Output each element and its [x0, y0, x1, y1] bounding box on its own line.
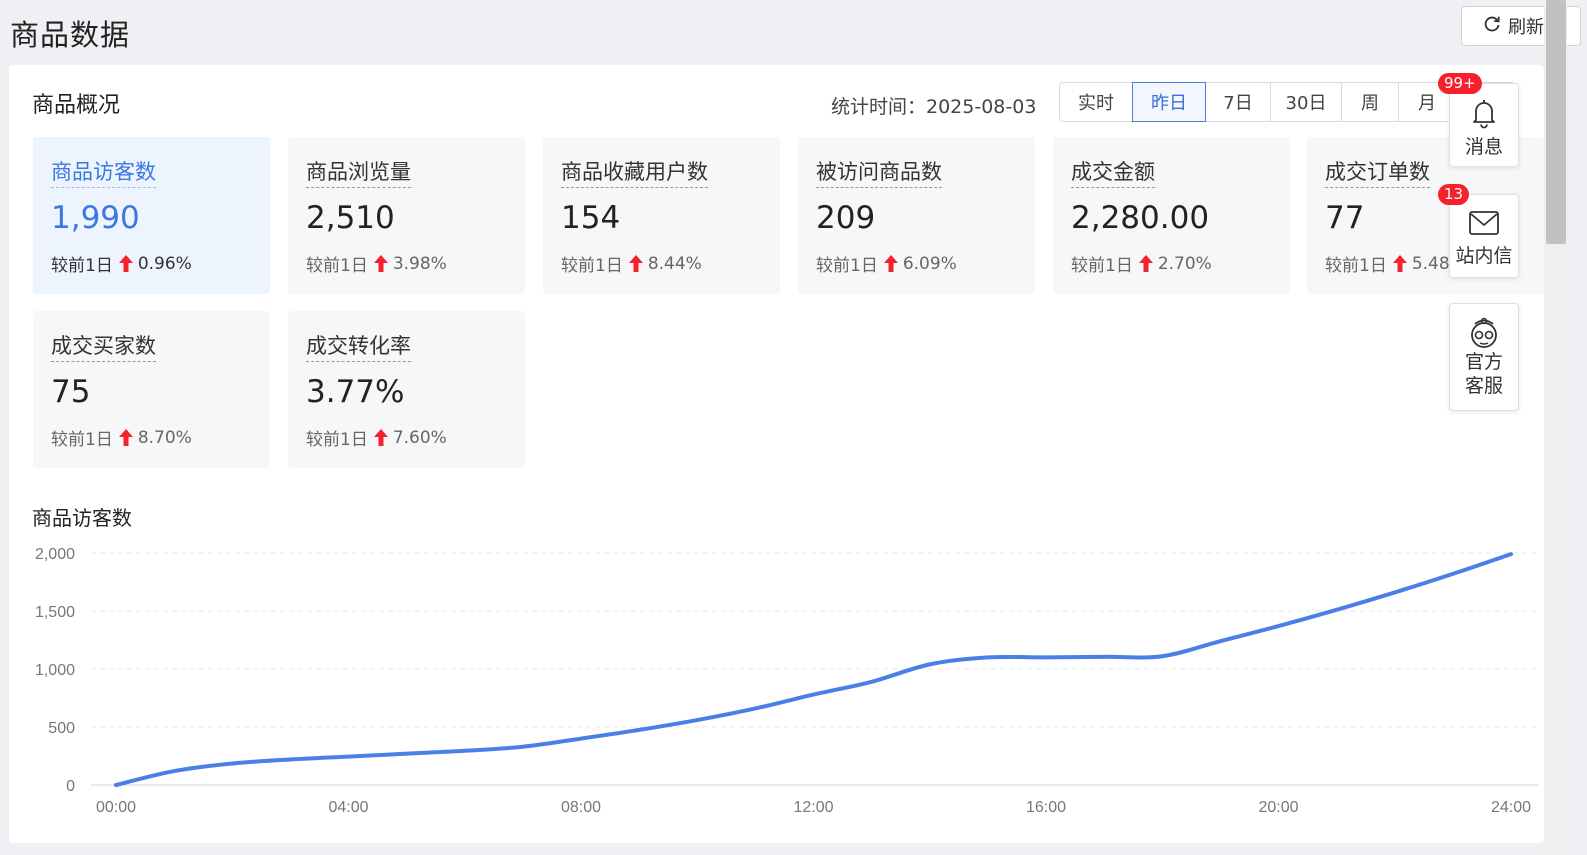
customer-service-icon	[1466, 316, 1502, 350]
x-tick-label: 00:00	[96, 799, 136, 816]
overview-card: 商品概况 统计时间：2025-08-03 实时 昨日 7日 30日 周 月 自 …	[9, 65, 1544, 843]
messages-button[interactable]: 消息	[1449, 83, 1519, 167]
metric-label: 成交订单数	[1325, 156, 1430, 188]
metric-compare: 较前1日 7.60%	[306, 425, 447, 451]
metric-value: 77	[1325, 200, 1365, 236]
compare-label: 较前1日	[1325, 256, 1387, 276]
up-arrow-icon	[118, 429, 133, 446]
support-label-line1: 官方	[1464, 351, 1503, 373]
metric-compare: 较前1日 2.70%	[1071, 251, 1212, 277]
compare-label: 较前1日	[51, 430, 113, 450]
metric-tile[interactable]: 商品收藏用户数 154 较前1日 8.44%	[543, 137, 780, 294]
x-tick-label: 16:00	[1026, 799, 1066, 816]
metric-value: 154	[561, 200, 621, 236]
messages-label: 消息	[1464, 136, 1503, 158]
metric-label: 被访问商品数	[816, 156, 942, 188]
overview-title: 商品概况	[32, 93, 121, 118]
y-tick-label: 0	[66, 778, 75, 795]
range-yesterday[interactable]: 昨日	[1132, 82, 1206, 122]
metric-label: 商品访客数	[51, 156, 156, 188]
stat-time: 统计时间：2025-08-03	[831, 96, 1037, 118]
page-title: 商品数据	[10, 18, 131, 52]
metric-compare: 较前1日 3.98%	[306, 251, 447, 277]
metric-tile[interactable]: 被访问商品数 209 较前1日 6.09%	[798, 137, 1035, 294]
x-tick-label: 20:00	[1258, 799, 1298, 816]
inbox-badge: 13	[1438, 184, 1470, 205]
y-tick-label: 1,000	[35, 662, 75, 679]
metric-compare: 较前1日 8.44%	[561, 251, 702, 277]
bell-icon	[1467, 96, 1501, 130]
metric-compare: 较前1日 6.09%	[816, 251, 957, 277]
scrollbar-thumb[interactable]	[1546, 0, 1566, 244]
change-percent: 8.44%	[647, 253, 702, 274]
compare-label: 较前1日	[1071, 256, 1133, 276]
range-realtime[interactable]: 实时	[1059, 82, 1133, 122]
change-percent: 6.09%	[902, 253, 957, 274]
metric-tile[interactable]: 商品访客数 1,990 较前1日 0.96%	[33, 137, 270, 294]
metric-value: 75	[51, 374, 91, 410]
change-percent: 8.70%	[137, 427, 192, 448]
metric-label: 商品浏览量	[306, 156, 411, 188]
metric-compare: 较前1日 5.48%	[1325, 251, 1466, 277]
up-arrow-icon	[628, 255, 643, 272]
change-percent: 7.60%	[392, 427, 447, 448]
metric-compare: 较前1日 8.70%	[51, 425, 192, 451]
series-line	[114, 552, 1513, 787]
metric-tile[interactable]: 商品浏览量 2,510 较前1日 3.98%	[288, 137, 525, 294]
range-7d[interactable]: 7日	[1205, 82, 1271, 122]
inbox-label: 站内信	[1455, 245, 1513, 267]
up-arrow-icon	[883, 255, 898, 272]
metric-value: 1,990	[51, 200, 140, 236]
refresh-label: 刷新	[1508, 17, 1544, 38]
change-percent: 0.96%	[137, 253, 192, 274]
metric-label: 成交转化率	[306, 330, 411, 362]
x-tick-label: 12:00	[793, 799, 833, 816]
up-arrow-icon	[373, 255, 388, 272]
compare-label: 较前1日	[306, 256, 368, 276]
x-tick-label: 24:00	[1491, 799, 1531, 816]
change-percent: 2.70%	[1157, 253, 1212, 274]
y-tick-label: 2,000	[35, 546, 75, 563]
metric-label: 成交买家数	[51, 330, 156, 362]
metric-value: 3.77%	[306, 374, 405, 410]
metric-tile[interactable]: 成交买家数 75 较前1日 8.70%	[33, 311, 270, 468]
y-tick-label: 500	[48, 720, 75, 737]
refresh-icon	[1482, 14, 1502, 39]
support-label-line2: 客服	[1464, 375, 1503, 397]
messages-badge: 99+	[1438, 73, 1482, 94]
metric-tile[interactable]: 成交金额 2,280.00 较前1日 2.70%	[1053, 137, 1290, 294]
up-arrow-icon	[1392, 255, 1407, 272]
metric-value: 2,510	[306, 200, 395, 236]
y-tick-label: 1,500	[35, 604, 75, 621]
compare-label: 较前1日	[816, 256, 878, 276]
metric-value: 209	[816, 200, 876, 236]
metric-value: 2,280.00	[1071, 200, 1210, 236]
inbox-button[interactable]: 站内信	[1449, 194, 1519, 278]
range-week[interactable]: 周	[1341, 82, 1399, 122]
metric-compare: 较前1日 0.96%	[51, 251, 192, 277]
metric-label: 商品收藏用户数	[561, 156, 708, 188]
x-tick-label: 08:00	[561, 799, 601, 816]
range-30d[interactable]: 30日	[1270, 82, 1342, 122]
up-arrow-icon	[1138, 255, 1153, 272]
compare-label: 较前1日	[561, 256, 623, 276]
mail-icon	[1468, 209, 1500, 237]
x-tick-label: 04:00	[328, 799, 368, 816]
up-arrow-icon	[118, 255, 133, 272]
support-button[interactable]: 官方 客服	[1449, 303, 1519, 411]
visitor-line-chart: 0 500 1,000 1,500 2,000 00:00 04:00 08:00 12:00 1…	[35, 546, 1539, 816]
compare-label: 较前1日	[306, 430, 368, 450]
change-percent: 3.98%	[392, 253, 447, 274]
metric-label: 成交金额	[1071, 156, 1155, 188]
up-arrow-icon	[373, 429, 388, 446]
metric-tile[interactable]: 成交转化率 3.77% 较前1日 7.60%	[288, 311, 525, 468]
compare-label: 较前1日	[51, 256, 113, 276]
